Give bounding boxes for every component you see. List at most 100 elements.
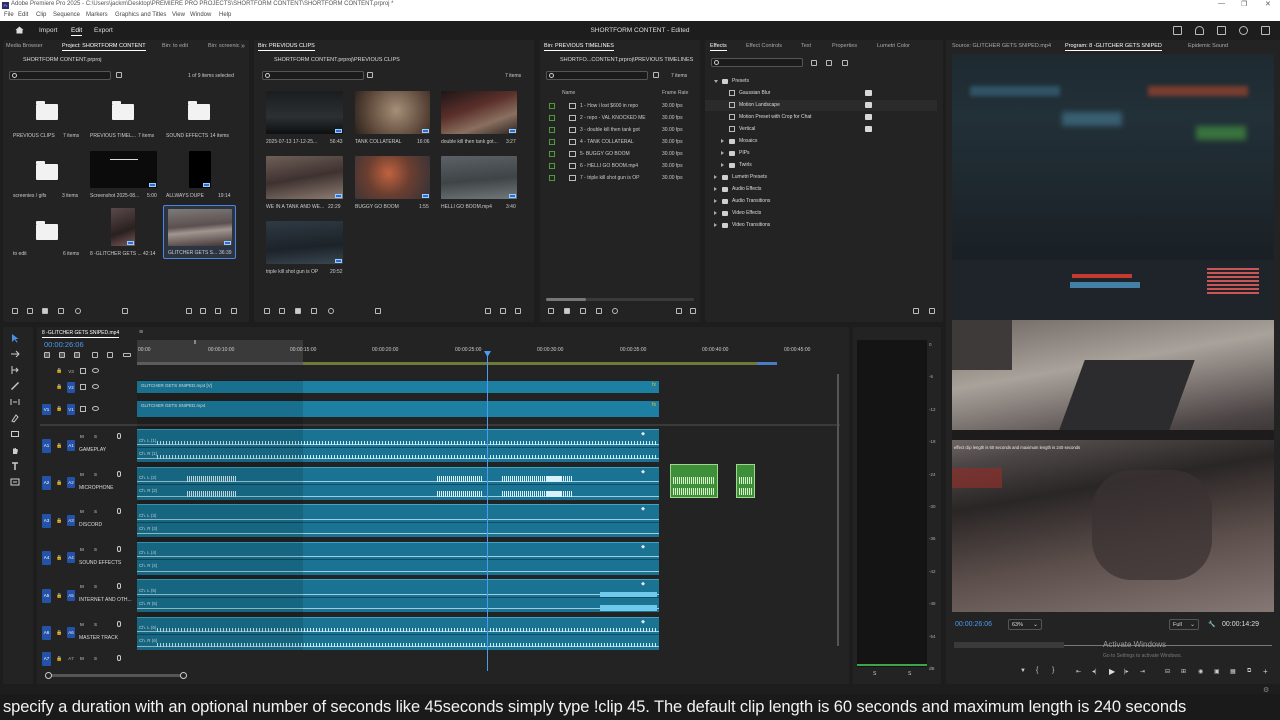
- tab-effects[interactable]: Effects: [710, 43, 727, 51]
- video-track-header[interactable]: V2 🔒: [40, 380, 136, 394]
- timeline-sequence-row[interactable]: 3 - double kill then tank got 30.00 fps: [546, 125, 694, 136]
- label-color-swatch[interactable]: [549, 103, 555, 109]
- microphone-icon[interactable]: [117, 583, 121, 589]
- list-view-icon[interactable]: [279, 308, 285, 314]
- track-target[interactable]: A5: [67, 589, 75, 601]
- freeform-view-icon[interactable]: [58, 308, 64, 314]
- new-item-icon[interactable]: [215, 308, 221, 314]
- share-icon[interactable]: [1195, 26, 1204, 35]
- mute-button[interactable]: M: [80, 472, 84, 477]
- tab-sequence[interactable]: 8 -GLITCHER GETS SNIPED.mp4: [42, 330, 120, 338]
- trash-icon[interactable]: [690, 308, 696, 314]
- solo-button[interactable]: S: [94, 472, 97, 477]
- effects-search-input[interactable]: [711, 58, 803, 67]
- microphone-icon[interactable]: [117, 433, 121, 439]
- timeline-sequence-row[interactable]: 7 - triple kill shot gun is OP 30.00 fps: [546, 173, 694, 184]
- tab-bin-screenies[interactable]: Bin: screenic: [208, 43, 240, 49]
- mute-button[interactable]: M: [80, 434, 84, 439]
- sound-effect-clip[interactable]: [670, 464, 718, 498]
- tab-media-browser[interactable]: Media Browser: [6, 43, 43, 49]
- column-name[interactable]: Name: [562, 90, 575, 96]
- video-track-header[interactable]: V3 🔒: [40, 366, 136, 376]
- effect-preset-item[interactable]: Motion Landscape: [705, 100, 937, 111]
- audio-track-header[interactable]: A7 A7 🔒 M S: [40, 652, 136, 666]
- tab-project[interactable]: Project: SHORTFORM CONTENT: [62, 43, 146, 51]
- microphone-icon[interactable]: [117, 470, 121, 477]
- disclosure-triangle-icon[interactable]: [714, 211, 717, 215]
- find-icon[interactable]: [500, 308, 506, 314]
- effect-folder-item[interactable]: Lumetri Presets: [705, 172, 937, 183]
- solo-button[interactable]: S: [94, 656, 97, 661]
- audio-track-header[interactable]: A2 A2 🔒 M S MICROPHONE: [40, 466, 136, 501]
- source-patch[interactable]: A1: [42, 438, 51, 453]
- mute-button[interactable]: M: [80, 509, 84, 514]
- multicam-icon[interactable]: ▦: [1230, 668, 1236, 675]
- menu-file[interactable]: File: [4, 12, 14, 18]
- menu-icon[interactable]: ≡: [139, 329, 143, 336]
- timeline-sequence-row[interactable]: 5- BUGGY GO BOOM 30.00 fps: [546, 149, 694, 160]
- mark-in-icon[interactable]: {: [1036, 667, 1038, 674]
- lock-icon[interactable]: 🔒: [56, 406, 62, 412]
- source-patch[interactable]: A3: [42, 513, 51, 528]
- microphone-icon[interactable]: [117, 545, 121, 552]
- captions-icon[interactable]: [123, 353, 131, 357]
- eye-icon[interactable]: [92, 384, 99, 389]
- effect-folder-item[interactable]: Video Transitions: [705, 220, 937, 231]
- wrench-icon[interactable]: 🔧: [1208, 621, 1215, 628]
- new-bin-icon[interactable]: [913, 308, 919, 314]
- pen-tool-icon[interactable]: [10, 413, 20, 423]
- pencil-icon[interactable]: [264, 308, 270, 314]
- lock-icon[interactable]: 🔒: [56, 593, 62, 599]
- tab-epidemic-sound[interactable]: Epidemic Sound: [1188, 43, 1228, 49]
- caption-tool-icon[interactable]: [10, 477, 20, 487]
- menu-window[interactable]: Window: [190, 12, 211, 18]
- lock-icon[interactable]: 🔒: [56, 384, 62, 390]
- microphone-icon[interactable]: [117, 620, 121, 627]
- go-to-in-icon[interactable]: ⇤: [1076, 668, 1081, 675]
- project-search-input[interactable]: [9, 71, 111, 80]
- meter-solo-right[interactable]: S: [908, 671, 911, 677]
- audio-track-header[interactable]: A5 A5 🔒 M S INTERNET AND OTH...: [40, 578, 136, 613]
- settings-icon[interactable]: [107, 352, 113, 358]
- tab-previous-timelines[interactable]: Bin: PREVIOUS TIMELINES: [544, 43, 614, 51]
- yuv-effects-icon[interactable]: [842, 60, 848, 66]
- track-target[interactable]: A2: [67, 477, 75, 488]
- tab-program[interactable]: Program: 8 -GLITCHER GETS SNIPED: [1065, 43, 1162, 51]
- lock-icon[interactable]: 🔒: [56, 630, 62, 636]
- lift-icon[interactable]: ⊟: [1165, 668, 1170, 675]
- new-bin-icon[interactable]: [116, 72, 122, 78]
- mute-button[interactable]: M: [80, 584, 84, 589]
- timeline-sequence-row[interactable]: 1 - How i lost $600 in repo 30.00 fps: [546, 101, 694, 112]
- disclosure-triangle-icon[interactable]: [714, 199, 717, 203]
- solo-button[interactable]: S: [94, 434, 97, 439]
- snap-icon[interactable]: [59, 352, 65, 358]
- nest-icon[interactable]: [44, 352, 50, 358]
- video-track-header[interactable]: V1 V1 🔒: [40, 400, 136, 418]
- selection-tool-icon[interactable]: [10, 333, 20, 343]
- zoom-slider-icon[interactable]: [328, 308, 334, 314]
- mark-out-icon[interactable]: }: [1052, 667, 1054, 674]
- solo-button[interactable]: S: [94, 622, 97, 627]
- add-marker-icon[interactable]: [92, 352, 98, 358]
- zoom-slider-icon[interactable]: [75, 308, 81, 314]
- effect-folder-item[interactable]: Audio Effects: [705, 184, 937, 195]
- sync-lock-icon[interactable]: [80, 384, 86, 390]
- source-patch[interactable]: A5: [42, 588, 51, 603]
- timeline-zoom-scrollbar[interactable]: [47, 674, 187, 677]
- track-target[interactable]: A1: [67, 439, 75, 451]
- new-item-icon[interactable]: [485, 308, 491, 314]
- effect-preset-item[interactable]: Gaussian Blur: [705, 88, 937, 99]
- playhead[interactable]: [487, 351, 488, 671]
- progress-icon[interactable]: [1239, 26, 1248, 35]
- type-tool-icon[interactable]: [10, 461, 20, 471]
- sync-lock-icon[interactable]: [80, 368, 86, 374]
- tab-source[interactable]: Source: GLITCHER GETS SNIPED.mp4: [952, 43, 1051, 49]
- ripple-edit-tool-icon[interactable]: [10, 365, 20, 375]
- effect-folder-item[interactable]: Video Effects: [705, 208, 937, 219]
- close-button[interactable]: ✕: [1265, 0, 1271, 8]
- extract-icon[interactable]: ⊞: [1181, 668, 1186, 675]
- razor-tool-icon[interactable]: [10, 381, 20, 391]
- track-target[interactable]: V1: [67, 404, 75, 415]
- track-target[interactable]: A3: [67, 514, 75, 526]
- eye-icon[interactable]: [92, 406, 99, 411]
